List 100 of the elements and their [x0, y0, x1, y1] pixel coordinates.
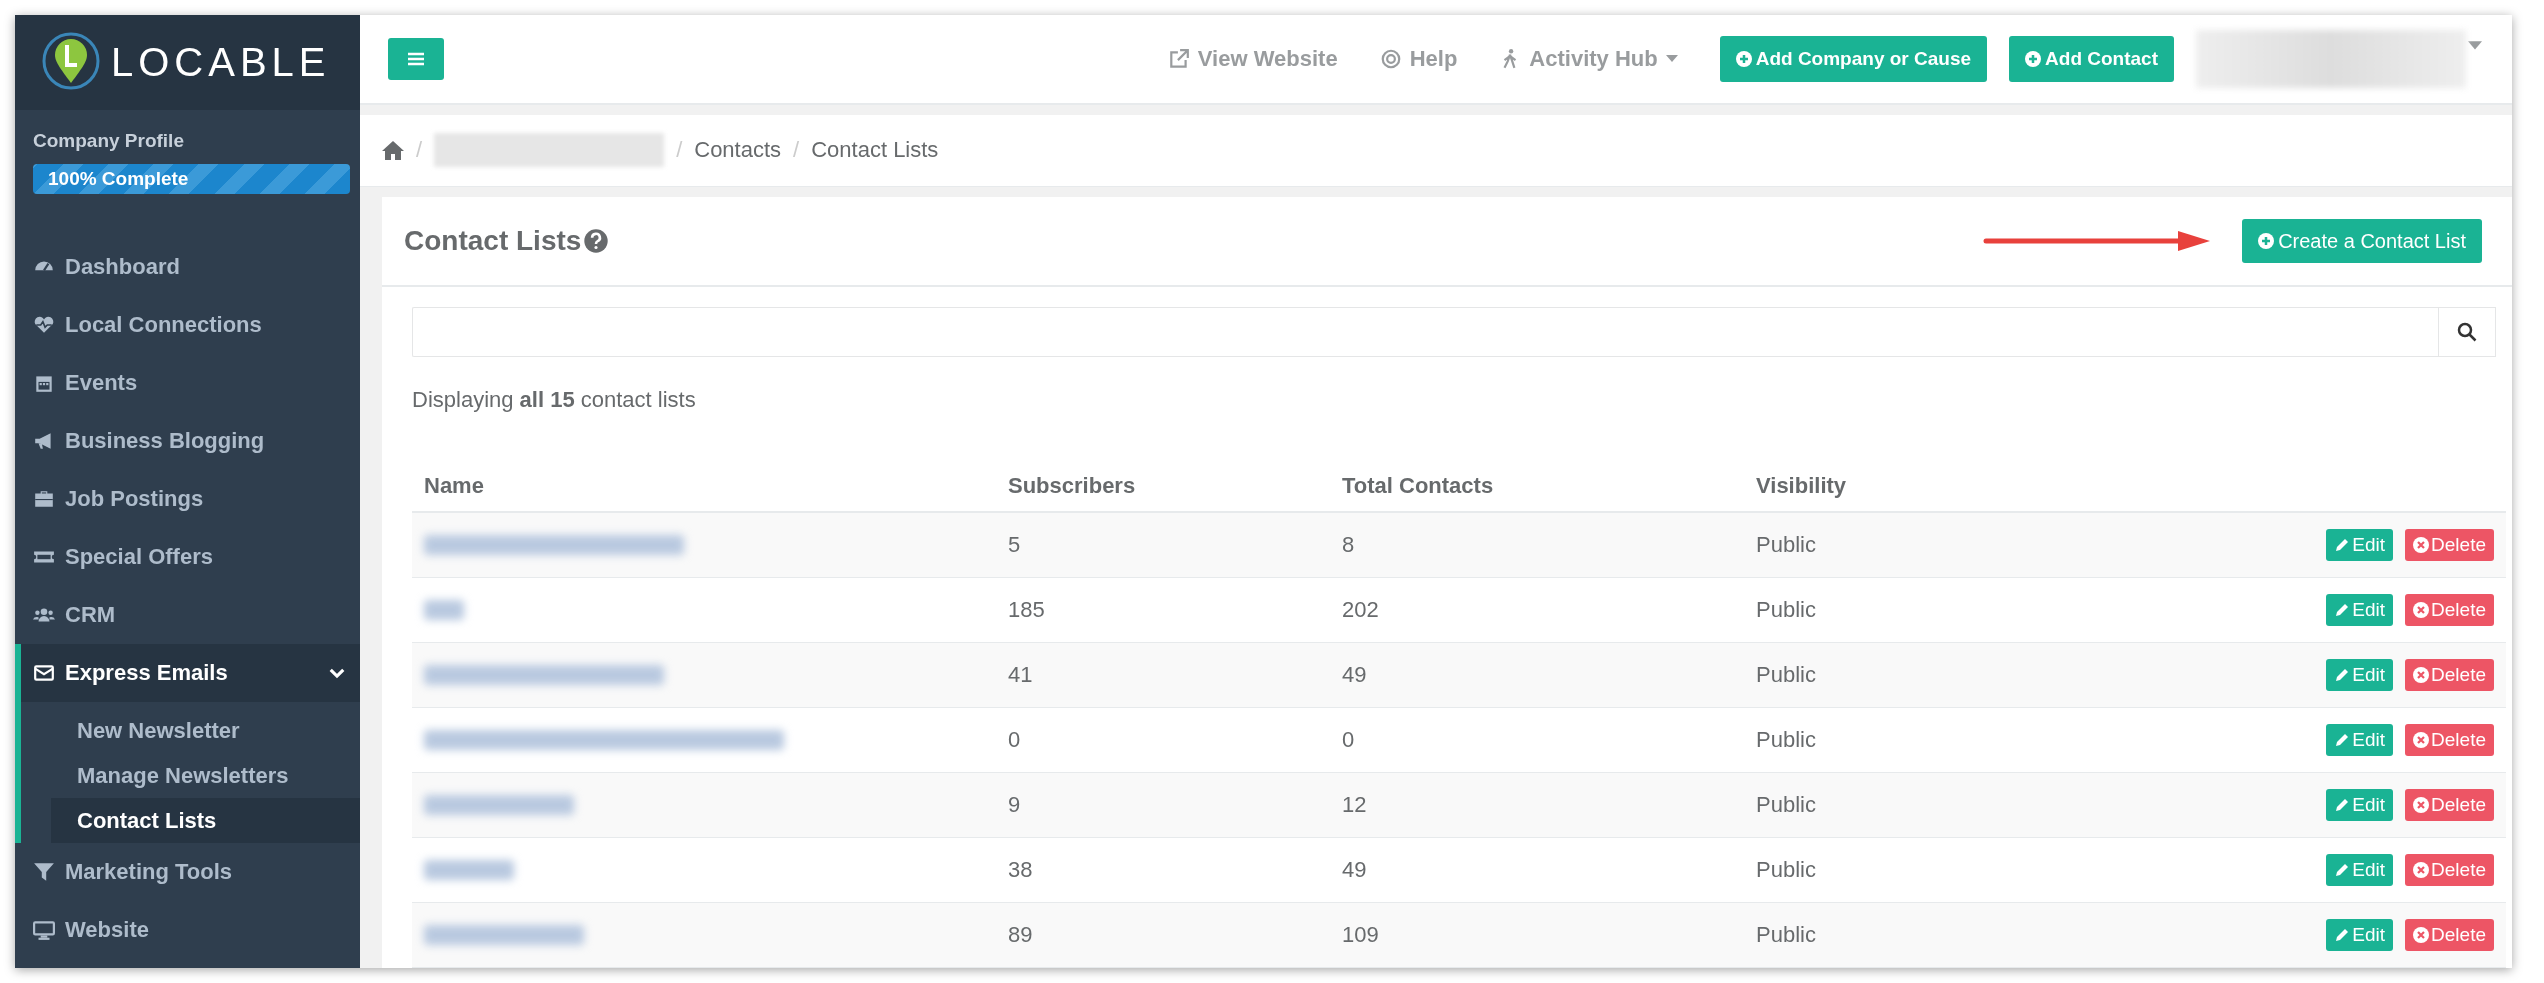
- column-header: Subscribers: [1008, 473, 1136, 498]
- breadcrumb-separator: /: [416, 137, 423, 164]
- close-circle-icon: [2413, 732, 2430, 748]
- caret-icon: [2468, 41, 2482, 51]
- sidebar-item[interactable]: CRM: [15, 586, 360, 644]
- table-cell: 202: [1342, 597, 1379, 622]
- add-button[interactable]: Add Contact: [2009, 35, 2174, 82]
- briefcase-icon: [33, 488, 55, 510]
- add-button[interactable]: Add Company or Cause: [1719, 35, 1988, 82]
- table-cell: Public: [1756, 792, 1816, 817]
- pencil-icon: [2334, 602, 2351, 618]
- sidebar-item[interactable]: Dashboard: [15, 238, 360, 296]
- help-icon[interactable]: [583, 228, 610, 254]
- edit-button[interactable]: Edit: [2326, 789, 2394, 821]
- column-header: Visibility: [1756, 473, 1847, 498]
- edit-button[interactable]: Edit: [2326, 919, 2394, 951]
- table-cell: 12: [1342, 792, 1367, 817]
- menu-icon: [406, 50, 426, 67]
- menu-button[interactable]: [388, 37, 444, 80]
- breadcrumb-separator: /: [676, 137, 683, 164]
- filter-icon: [33, 861, 55, 883]
- sidebar-item[interactable]: Business Blogging: [15, 412, 360, 470]
- table-cell: Public: [1756, 532, 1816, 557]
- pencil-icon: [2334, 732, 2351, 748]
- delete-button[interactable]: Delete: [2405, 789, 2494, 821]
- blurred-name-link[interactable]: [424, 600, 464, 620]
- profile-label: Company Profile: [33, 130, 185, 152]
- sidebar-subitem[interactable]: New Newsletter: [51, 708, 360, 753]
- sidebar-item[interactable]: Website: [15, 901, 360, 959]
- table-cell: 8: [1342, 532, 1355, 557]
- lifebuoy-icon: [1379, 47, 1402, 70]
- table-cell: 49: [1342, 857, 1367, 882]
- edit-button[interactable]: Edit: [2326, 724, 2394, 756]
- sidebar-item[interactable]: Express Emails: [21, 644, 360, 702]
- table-cell: 0: [1008, 727, 1021, 752]
- blurred-breadcrumb[interactable]: [434, 133, 665, 168]
- summary-text: Displaying all 15 contact lists: [412, 387, 697, 413]
- pencil-icon: [2334, 927, 2351, 943]
- logo-text: LOCABLE: [111, 40, 331, 85]
- column-header: Total Contacts: [1342, 473, 1494, 498]
- breadcrumb-item[interactable]: Contacts: [694, 137, 782, 164]
- blurred-name-link[interactable]: [424, 795, 574, 815]
- table-cell: 0: [1342, 727, 1355, 752]
- nav-link[interactable]: View Website: [1167, 45, 1338, 72]
- search-field[interactable]: [412, 307, 2438, 357]
- plus-circle-icon: [2025, 50, 2042, 67]
- close-circle-icon: [2413, 797, 2430, 813]
- sidebar-item[interactable]: Events: [15, 354, 360, 412]
- table-cell: 185: [1008, 597, 1045, 622]
- card-title: Contact Lists: [404, 225, 582, 257]
- delete-button[interactable]: Delete: [2405, 659, 2494, 691]
- edit-button[interactable]: Edit: [2326, 854, 2394, 886]
- sidebar-item[interactable]: Job Postings: [15, 470, 360, 528]
- blurred-name-link[interactable]: [424, 925, 584, 945]
- edit-button[interactable]: Edit: [2326, 594, 2394, 626]
- close-circle-icon: [2413, 927, 2430, 943]
- delete-button[interactable]: Delete: [2405, 724, 2494, 756]
- close-circle-icon: [2413, 602, 2430, 618]
- sidebar-subitem[interactable]: Manage Newsletters: [51, 753, 360, 798]
- edit-button[interactable]: Edit: [2326, 529, 2394, 561]
- breadcrumb-separator: /: [793, 137, 800, 164]
- sidebar-item[interactable]: Local Connections: [15, 296, 360, 354]
- nav-link[interactable]: Activity Hub: [1499, 45, 1678, 72]
- edit-button[interactable]: Edit: [2326, 659, 2394, 691]
- table-cell: Public: [1756, 922, 1816, 947]
- table-cell: Public: [1756, 662, 1816, 687]
- blurred-name-link[interactable]: [424, 730, 784, 750]
- pencil-icon: [2334, 537, 2351, 553]
- blurred-name-link[interactable]: [424, 860, 514, 880]
- user-menu-blurred[interactable]: [2196, 29, 2466, 88]
- search-button[interactable]: [2438, 307, 2496, 357]
- blurred-name-link[interactable]: [424, 535, 684, 555]
- delete-button[interactable]: Delete: [2405, 919, 2494, 951]
- close-circle-icon: [2413, 667, 2430, 683]
- table-cell: 9: [1008, 792, 1021, 817]
- pencil-icon: [2334, 797, 2351, 813]
- breadcrumb-item: Contact Lists: [811, 137, 939, 164]
- delete-button[interactable]: Delete: [2405, 529, 2494, 561]
- sidebar-subitem[interactable]: Contact Lists: [51, 798, 360, 843]
- blurred-name-link[interactable]: [424, 665, 664, 685]
- caret-icon: [1665, 54, 1678, 63]
- profile-progress-bar: 100% Complete: [33, 164, 350, 194]
- plus-circle-icon: [1735, 50, 1752, 67]
- close-circle-icon: [2413, 537, 2430, 553]
- delete-button[interactable]: Delete: [2405, 594, 2494, 626]
- home-icon[interactable]: [382, 140, 404, 161]
- table-cell: 38: [1008, 857, 1033, 882]
- table-cell: 5: [1008, 532, 1021, 557]
- create-contact-list-button[interactable]: Create a Contact List: [2242, 219, 2482, 263]
- monitor-icon: [33, 919, 55, 941]
- pencil-icon: [2334, 667, 2351, 683]
- sidebar-item[interactable]: Marketing Tools: [15, 843, 360, 901]
- table-cell: Public: [1756, 727, 1816, 752]
- delete-button[interactable]: Delete: [2405, 854, 2494, 886]
- table-cell: Public: [1756, 597, 1816, 622]
- sidebar-item[interactable]: Special Offers: [15, 528, 360, 586]
- search-icon: [2457, 322, 2477, 342]
- column-header: Name: [424, 473, 484, 498]
- table-cell: 49: [1342, 662, 1367, 687]
- nav-link[interactable]: Help: [1379, 45, 1458, 72]
